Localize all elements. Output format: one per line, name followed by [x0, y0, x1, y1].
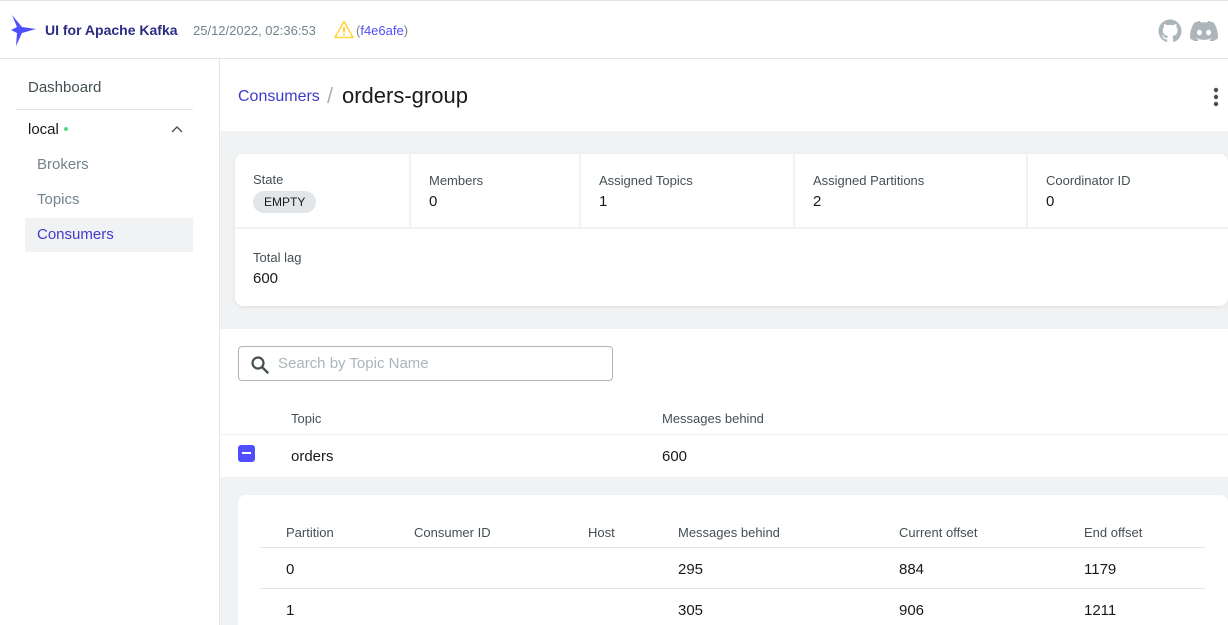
end-offset-cell: 1179 — [1084, 561, 1117, 578]
stat-assigned-topics: Assigned Topics 1 — [581, 154, 795, 229]
top-navbar: UI for Apache Kafka 25/12/2022, 02:36:53… — [0, 0, 1228, 59]
partition-cell: 1 — [286, 602, 295, 619]
stat-state: State EMPTY — [235, 154, 411, 229]
stat-label: Coordinator ID — [1046, 173, 1131, 188]
stat-members: Members 0 — [411, 154, 581, 229]
breadcrumb-separator: / — [327, 83, 334, 108]
sidebar-item-brokers[interactable]: Brokers — [25, 148, 193, 182]
topic-messages-behind: 600 — [662, 448, 688, 465]
page-title: orders-group — [342, 83, 468, 108]
table-header-topic[interactable]: Topic — [291, 411, 321, 426]
warning-icon — [334, 20, 354, 39]
consumer-group-stats: State EMPTY Members 0 Assigned Topics 1 … — [235, 154, 1228, 306]
stat-value: 0 — [429, 193, 438, 210]
stat-value: 1 — [599, 193, 608, 210]
sidebar-item-dashboard[interactable]: Dashboard — [16, 71, 193, 105]
sidebar-cluster-toggle[interactable]: local — [16, 113, 193, 147]
commit-hash-link[interactable]: (f4e6afe) — [356, 23, 408, 38]
partition-cell: 0 — [286, 561, 295, 578]
github-icon[interactable] — [1158, 19, 1182, 43]
sidebar-divider — [16, 109, 193, 110]
stat-value: 0 — [1046, 193, 1055, 210]
expanded-row: Partition Consumer ID Host Messages behi… — [220, 477, 1228, 625]
chevron-up-icon[interactable] — [171, 125, 183, 133]
stat-assigned-partitions: Assigned Partitions 2 — [795, 154, 1028, 229]
end-offset-cell: 1211 — [1084, 602, 1117, 619]
stat-total-lag: Total lag 600 — [235, 231, 535, 306]
partition-header: Partition — [286, 525, 334, 540]
current-offset-header: Current offset — [899, 525, 978, 540]
stat-value: 600 — [253, 270, 279, 287]
sidebar-item-topics[interactable]: Topics — [25, 183, 193, 217]
table-row[interactable]: orders 600 — [220, 435, 1228, 477]
logo-icon[interactable] — [10, 13, 38, 47]
messages-behind-cell: 295 — [678, 561, 704, 578]
partitions-card: Partition Consumer ID Host Messages behi… — [238, 495, 1228, 625]
stat-label: Total lag — [253, 250, 302, 265]
end-offset-header: End offset — [1084, 525, 1143, 540]
stat-label: Members — [429, 173, 484, 188]
sidebar: Dashboard local Brokers Topics Consumers — [0, 59, 220, 625]
commit-hash[interactable]: f4e6afe — [360, 23, 403, 38]
cluster-status-dot — [63, 127, 68, 132]
stat-label: Assigned Topics — [599, 173, 693, 188]
discord-icon[interactable] — [1190, 21, 1218, 41]
stat-label: Assigned Partitions — [813, 173, 925, 188]
state-badge: EMPTY — [253, 191, 317, 213]
table-row: 0 295 884 1179 — [238, 548, 1228, 588]
more-actions-icon[interactable] — [1213, 87, 1219, 107]
search-box[interactable] — [238, 346, 613, 381]
breadcrumb-consumers-link[interactable]: Consumers — [238, 88, 320, 106]
page-header: Consumers / orders-group — [220, 59, 1228, 131]
consumer-id-header: Consumer ID — [414, 525, 491, 540]
table-row: 1 305 906 1211 — [238, 589, 1228, 625]
cluster-name: local — [28, 121, 59, 138]
search-input[interactable] — [278, 347, 608, 380]
messages-behind-cell: 305 — [678, 602, 704, 619]
main-content: Consumers / orders-group State EMPTY Mem… — [220, 59, 1228, 625]
collapse-row-button[interactable] — [238, 445, 255, 462]
stat-coordinator-id: Coordinator ID 0 — [1028, 154, 1228, 229]
topic-name: orders — [291, 448, 334, 465]
stat-value: 2 — [813, 193, 822, 210]
stat-label: State — [253, 172, 284, 187]
table-header-messages-behind[interactable]: Messages behind — [662, 411, 764, 426]
messages-behind-header: Messages behind — [678, 525, 780, 540]
current-offset-cell: 884 — [899, 561, 925, 578]
host-header: Host — [588, 525, 615, 540]
app-brand[interactable]: UI for Apache Kafka — [45, 22, 178, 38]
search-icon — [251, 356, 269, 374]
build-time: 25/12/2022, 02:36:53 — [193, 23, 316, 38]
current-offset-cell: 906 — [899, 602, 925, 619]
topics-section: Topic Messages behind orders 600 Partiti… — [220, 329, 1228, 625]
sidebar-item-consumers[interactable]: Consumers — [25, 218, 193, 252]
